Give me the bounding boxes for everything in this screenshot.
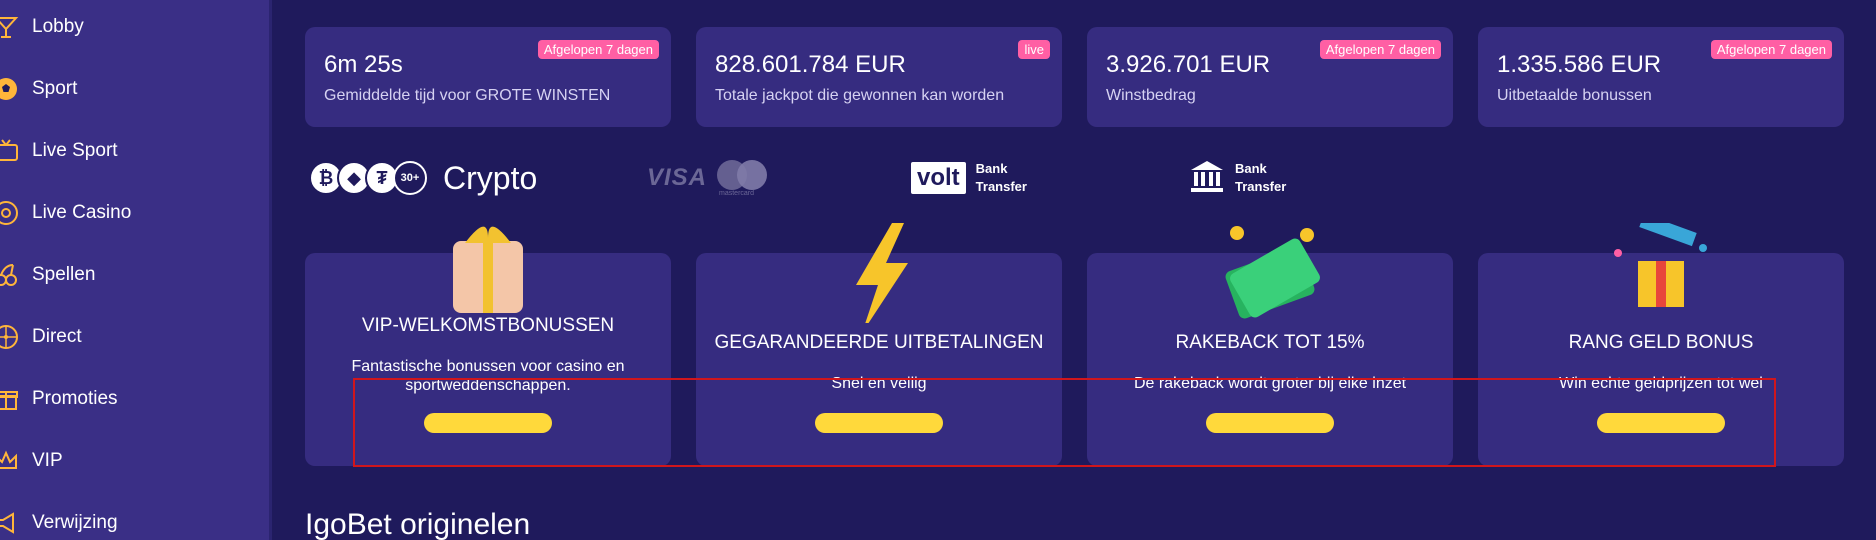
status-badge: live xyxy=(1018,40,1050,59)
section-title: IgoBet originelen xyxy=(305,508,531,540)
feature-title: VIP-WELKOMSTBONUSSEN xyxy=(361,315,615,336)
feature-title: RANG GELD BONUS xyxy=(1568,332,1754,353)
bank-label-line1: Bank xyxy=(1235,161,1267,176)
crypto-label: Crypto xyxy=(443,159,538,196)
roulette-wheel-icon xyxy=(0,323,20,351)
sidebar-item-label: Sport xyxy=(32,78,78,99)
stat-value: 3.926.701 EUR xyxy=(1106,51,1271,78)
feature-card-guaranteed-payouts: GEGARANDEERDE UITBETALINGEN Snel en veil… xyxy=(696,223,1062,466)
gift-box-icon xyxy=(453,226,523,313)
sidebar-item-label: Verwijzing xyxy=(32,512,118,533)
feature-card-vip-welcome: VIP-WELKOMSTBONUSSEN Fantastische bonuss… xyxy=(305,226,671,466)
feature-title: RAKEBACK TOT 15% xyxy=(1175,332,1365,353)
visa-logo: VISA xyxy=(647,164,708,191)
money-stack-icon xyxy=(1225,226,1320,319)
volt-logo: volt xyxy=(911,162,966,194)
bank-payment: Bank Transfer xyxy=(1189,156,1286,200)
sidebar-item-sport[interactable]: Sport xyxy=(0,69,270,109)
roulette-icon xyxy=(0,199,20,227)
crypto-count-badge: 30+ xyxy=(393,161,427,195)
bank-label-line2: Transfer xyxy=(1235,179,1287,194)
soccer-ball-icon xyxy=(0,75,20,103)
status-badge: Afgelopen 7 dagen xyxy=(537,40,659,59)
stat-card-bonuses-paid: 1.335.586 EUR Uitbetaalde bonussen Afgel… xyxy=(1478,27,1844,127)
gift-icon xyxy=(0,385,20,413)
sidebar-item-promoties[interactable]: Promoties xyxy=(0,379,270,419)
rakeback-button[interactable] xyxy=(1206,413,1334,433)
stat-description: Totale jackpot die gewonnen kan worden xyxy=(715,87,1005,104)
mastercard-label: mastercard xyxy=(719,190,755,197)
stat-description: Uitbetaalde bonussen xyxy=(1497,87,1652,104)
cocktail-icon xyxy=(0,13,20,41)
bank-icon xyxy=(1189,158,1225,199)
sidebar-item-label: Promoties xyxy=(32,388,118,409)
crypto-payment: ₿ ◆ ₮ 30+ Crypto xyxy=(309,156,537,200)
stat-value: 828.601.784 EUR xyxy=(715,51,906,78)
sidebar-item-direct[interactable]: Direct xyxy=(0,317,270,357)
feature-title: GEGARANDEERDE UITBETALINGEN xyxy=(714,332,1044,353)
sidebar-item-verwijzing[interactable]: Verwijzing xyxy=(0,503,270,540)
status-badge: Afgelopen 7 dagen xyxy=(1319,40,1441,59)
status-badge: Afgelopen 7 dagen xyxy=(1710,40,1832,59)
feature-description: Fantastische bonussen voor casino en spo… xyxy=(351,358,625,394)
crown-icon xyxy=(0,447,20,475)
stat-description: Gemiddelde tijd voor GROTE WINSTEN xyxy=(324,87,611,104)
feature-description: De rakeback wordt groter bij elke inzet xyxy=(1133,375,1407,392)
feature-card-rank-money-bonus: RANG GELD BONUS Win echte geldprijzen to… xyxy=(1478,223,1844,466)
open-gift-icon xyxy=(1614,223,1707,307)
lightning-icon xyxy=(856,223,908,323)
stat-value: 1.335.586 EUR xyxy=(1497,51,1662,78)
megaphone-icon xyxy=(0,509,20,537)
rank-bonus-button[interactable] xyxy=(1597,413,1725,433)
sidebar-item-label: Lobby xyxy=(32,16,84,37)
sidebar-item-live-sport[interactable]: Live Sport xyxy=(0,131,270,171)
volt-payment: volt Bank Transfer xyxy=(911,156,1027,200)
sidebar-item-lobby[interactable]: Lobby xyxy=(0,7,270,47)
bank-label-line2: Transfer xyxy=(975,179,1027,194)
feature-card-rakeback: RAKEBACK TOT 15% De rakeback wordt grote… xyxy=(1087,226,1453,466)
stat-value: 6m 25s xyxy=(324,51,403,78)
feature-description: Snel en veilig xyxy=(831,375,927,392)
card-payment: VISA mastercard xyxy=(647,156,769,200)
bank-transfer-label: Bank Transfer xyxy=(976,160,1027,196)
sidebar-item-label: Direct xyxy=(32,326,82,347)
mastercard-icon: mastercard xyxy=(717,158,769,198)
sidebar-item-vip[interactable]: VIP xyxy=(0,441,270,481)
vip-bonus-button[interactable] xyxy=(424,413,552,433)
sidebar-item-label: Live Casino xyxy=(32,202,132,223)
feature-description: Win echte geldprijzen tot wel xyxy=(1559,375,1763,392)
bank-label-line1: Bank xyxy=(975,161,1008,176)
payouts-button[interactable] xyxy=(815,413,943,433)
stat-card-win-amount: 3.926.701 EUR Winstbedrag Afgelopen 7 da… xyxy=(1087,27,1453,127)
bank-transfer-label: Bank Transfer xyxy=(1235,160,1286,196)
live-tv-icon xyxy=(0,137,20,165)
sidebar-item-label: VIP xyxy=(32,450,63,471)
cherries-icon xyxy=(0,261,20,289)
sidebar-item-live-casino[interactable]: Live Casino xyxy=(0,193,270,233)
sidebar-item-spellen[interactable]: Spellen xyxy=(0,255,270,295)
sidebar-item-label: Live Sport xyxy=(32,140,118,161)
sidebar-item-label: Spellen xyxy=(32,264,96,285)
sidebar: Lobby Sport Live Sport Live Casino Spell… xyxy=(0,0,272,540)
stat-card-jackpot: 828.601.784 EUR Totale jackpot die gewon… xyxy=(696,27,1062,127)
stat-card-big-wins: 6m 25s Gemiddelde tijd voor GROTE WINSTE… xyxy=(305,27,671,127)
stat-description: Winstbedrag xyxy=(1106,87,1196,104)
